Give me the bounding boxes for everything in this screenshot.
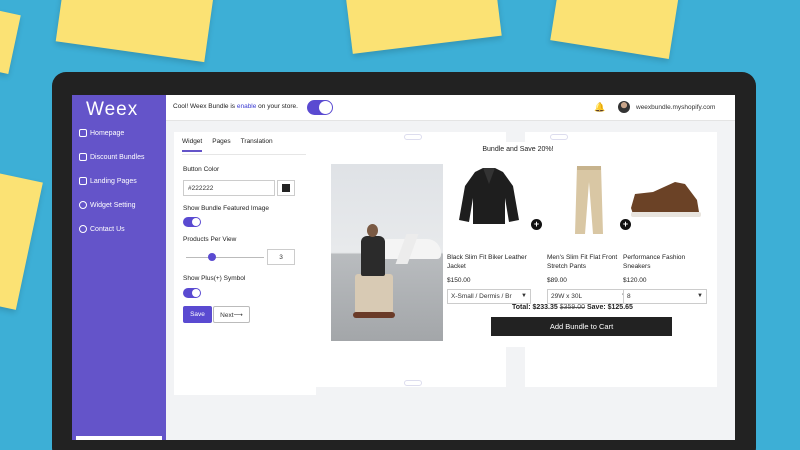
gear-icon [79, 201, 87, 209]
store-name[interactable]: weexbundle.myshopify.com [636, 104, 715, 111]
status-text: on your store. [256, 103, 298, 110]
sidebar-item-label: Discount Bundles [90, 153, 145, 161]
product-price: $150.00 [447, 277, 471, 284]
sidebar-item-label: Homepage [90, 129, 125, 137]
bundle-widget: Bundle and Save 20%! Black Slim Fit Bike… [326, 142, 710, 347]
divider [182, 154, 306, 155]
plus-symbol-toggle[interactable] [183, 288, 201, 298]
products-per-view-input[interactable]: 3 [267, 249, 295, 265]
featured-image-toggle[interactable] [183, 217, 201, 227]
placeholder-shape [404, 380, 422, 386]
sneaker-image[interactable] [623, 164, 708, 236]
variant-select[interactable]: X-Small / Dermis / Br ▼ [447, 289, 531, 304]
slider-handle[interactable] [208, 253, 216, 261]
variant-value: X-Small / Dermis / Br [451, 293, 512, 300]
sidebar-item-label: Landing Pages [90, 177, 137, 185]
sticky-note [0, 170, 43, 310]
product-price: $89.00 [547, 277, 567, 284]
sidebar-item-landing-pages[interactable]: Landing Pages [79, 177, 137, 185]
color-swatch[interactable] [277, 180, 295, 196]
tab-pages[interactable]: Pages [212, 138, 230, 152]
product-name: Performance Fashion Sneakers [623, 254, 686, 270]
chevron-down-icon: ▼ [697, 293, 703, 299]
app-screen: Weex Homepage Discount Bundles Landing P… [72, 95, 735, 440]
original-price: $359.00 [559, 304, 586, 311]
sticky-note [344, 0, 502, 54]
model-head-shape [367, 224, 378, 237]
total-price: Total: $233.35 [512, 304, 560, 311]
chat-icon [79, 225, 87, 233]
button-color-input[interactable]: #222222 [183, 180, 275, 196]
product-card: Performance Fashion Sneakers $120.00 8 ▼ [623, 164, 708, 304]
laptop-frame: Weex Homepage Discount Bundles Landing P… [52, 72, 756, 450]
bell-icon[interactable]: 🔔 [594, 102, 605, 113]
sidebar-item-label: Widget Setting [90, 201, 136, 209]
status-message: Cool! Weex Bundle is enable on your stor… [173, 103, 298, 110]
sticky-note [550, 0, 680, 59]
bundle-title: Bundle and Save 20%! [482, 146, 554, 153]
variant-value: 29W x 30L [551, 293, 583, 300]
model-legs-shape [355, 274, 393, 314]
next-button[interactable]: Next⟶ [213, 306, 250, 323]
jacket-image[interactable] [447, 164, 532, 236]
products-per-view-slider[interactable] [186, 257, 264, 258]
status-link[interactable]: enable [237, 103, 257, 110]
sidebar-item-contact-us[interactable]: Contact Us [79, 225, 125, 233]
bundle-totals: Total: $233.35 $359.00 Save: $125.65 [512, 304, 633, 311]
savings: Save: $125.65 [585, 304, 633, 311]
button-color-label: Button Color [183, 166, 220, 173]
tag-icon [79, 153, 87, 161]
variant-value: 8 [627, 293, 631, 300]
home-icon [79, 129, 87, 137]
sidebar-item-label: Contact Us [90, 225, 125, 233]
tab-translation[interactable]: Translation [241, 138, 273, 152]
sidebar-item-discount-bundles[interactable]: Discount Bundles [79, 153, 144, 161]
tab-bar: Widget Pages Translation [182, 138, 273, 152]
settings-panel: Widget Pages Translation Button Color #2… [174, 132, 316, 395]
top-bar: Cool! Weex Bundle is enable on your stor… [166, 95, 735, 121]
add-bundle-to-cart-button[interactable]: Add Bundle to Cart [491, 317, 672, 336]
placeholder-shape [550, 134, 568, 140]
sidebar-item-widget-setting[interactable]: Widget Setting [79, 201, 136, 209]
variant-select[interactable]: 8 ▼ [623, 289, 707, 304]
enable-toggle[interactable] [307, 100, 333, 115]
products-per-view-label: Products Per View [183, 236, 237, 243]
plus-icon: + [531, 219, 542, 230]
product-card: Black Slim Fit Biker Leather Jacket $150… [447, 164, 532, 304]
weex-logo: Weex [86, 99, 139, 120]
bundle-featured-image [331, 164, 443, 341]
product-name: Black Slim Fit Biker Leather Jacket [447, 254, 527, 270]
sticky-note [55, 0, 215, 63]
product-price: $120.00 [623, 277, 647, 284]
sidebar-footer [76, 436, 162, 440]
page-icon [79, 177, 87, 185]
tab-widget[interactable]: Widget [182, 138, 203, 152]
plus-symbol-label: Show Plus(+) Symbol [183, 275, 246, 282]
avatar[interactable] [618, 101, 630, 113]
sidebar: Weex Homepage Discount Bundles Landing P… [72, 95, 166, 440]
sticky-note [0, 5, 21, 75]
save-button[interactable]: Save [183, 306, 212, 323]
placeholder-shape [404, 134, 422, 140]
preview-area: Bundle and Save 20%! Black Slim Fit Bike… [316, 132, 735, 402]
model-shoes-shape [353, 312, 395, 318]
featured-image-label: Show Bundle Featured Image [183, 205, 269, 212]
variant-select[interactable]: 29W x 30L▼ [547, 289, 631, 304]
status-text: Cool! Weex Bundle is [173, 103, 237, 110]
sidebar-item-homepage[interactable]: Homepage [79, 129, 124, 137]
chevron-down-icon: ▼ [521, 293, 527, 299]
model-body-shape [361, 236, 385, 276]
